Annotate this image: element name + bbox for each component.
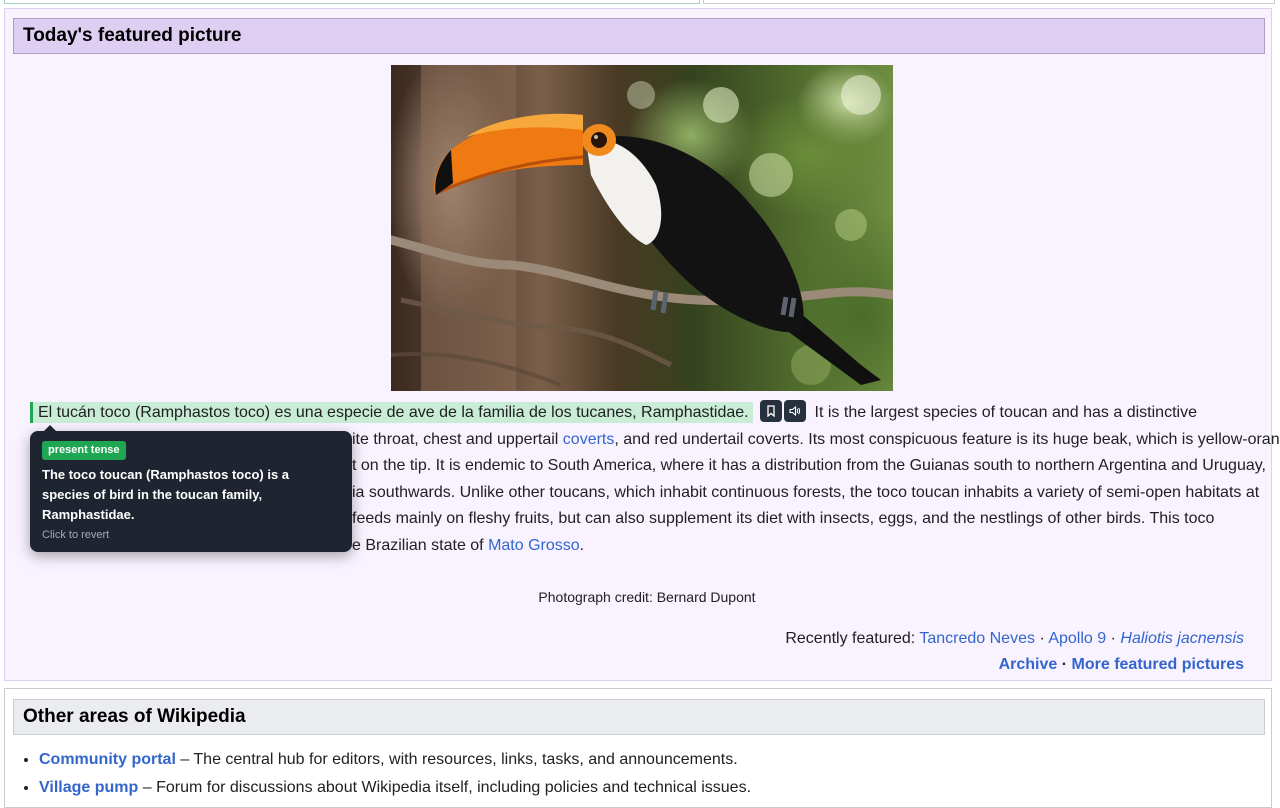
bookmark-button[interactable] [760,400,783,422]
village-pump-link[interactable]: Village pump [39,779,138,796]
toucan-photo[interactable] [391,65,893,391]
description-line: ite throat, chest and uppertail coverts,… [352,427,1280,454]
list-item-description: – The central hub for editors, with reso… [175,751,738,768]
other-areas-header: Other areas of Wikipedia [13,699,1265,735]
mato-grosso-link[interactable]: Mato Grosso [488,537,580,554]
translated-sentence-highlight[interactable]: El tucán toco (Ramphastos toco) es una e… [30,402,753,423]
bookmark-icon [767,405,775,417]
other-areas-section: Other areas of Wikipedia Community porta… [4,688,1272,808]
listen-button[interactable] [784,400,807,422]
previous-section-edge-right [703,0,1275,4]
recently-featured-label: Recently featured: [785,630,916,647]
featured-picture-section: Today's featured picture Photograph cred… [4,8,1272,681]
description-line: t on the tip. It is endemic to South Ame… [352,453,1266,480]
description-text: feeds mainly on fleshy fruits, but can a… [352,510,1215,527]
recent-link-apollo-9[interactable]: Apollo 9 [1048,630,1106,647]
description-text: . [579,536,585,554]
description-line: El tucán toco (Ramphastos toco) es una e… [30,400,1197,427]
separator-dot: · [1061,656,1068,673]
recent-link-tancredo-neves[interactable]: Tancredo Neves [919,630,1035,647]
list-item: Community portal – The central hub for e… [39,746,751,774]
recently-featured: Recently featured: Tancredo Neves · Apol… [785,630,1244,648]
other-areas-list: Community portal – The central hub for e… [5,746,751,802]
recent-link-haliotis-jacnensis[interactable]: Haliotis jacnensis [1120,630,1244,647]
tense-badge: present tense [42,441,126,460]
community-portal-link[interactable]: Community portal [39,751,176,768]
description-text: ite throat, chest and uppertail [352,430,563,448]
translation-tooltip[interactable]: present tense The toco toucan (Ramphasto… [30,431,352,552]
toucan-illustration [391,65,893,391]
featured-picture-header: Today's featured picture [13,18,1265,54]
list-item: Village pump – Forum for discussions abo… [39,774,751,802]
featured-picture-heading: Today's featured picture [23,25,242,46]
description-text: t on the tip. It is endemic to South Ame… [352,457,1266,474]
description-text: e Brazilian state of [352,536,489,554]
description-line: e Brazilian state of Mato Grosso. [352,533,584,560]
list-item-description: – Forum for discussions about Wikipedia … [138,779,752,796]
separator-dot: · [1110,630,1116,647]
coverts-link[interactable]: coverts [563,431,615,448]
description-line: ia southwards. Unlike other toucans, whi… [352,480,1259,507]
tooltip-original-text: The toco toucan (Ramphastos toco) is a s… [42,467,290,522]
description-text: , and red undertail coverts. Its most co… [614,430,1280,448]
tooltip-revert-hint[interactable]: Click to revert [42,529,109,541]
photo-credit: Photograph credit: Bernard Dupont [538,589,756,605]
description-line: feeds mainly on fleshy fruits, but can a… [352,506,1214,533]
previous-section-edge-left [4,0,700,4]
archive-links: Archive · More featured pictures [999,656,1244,674]
other-areas-heading: Other areas of Wikipedia [23,706,246,727]
speaker-icon [789,405,801,417]
archive-link[interactable]: Archive [999,656,1058,673]
description-text: ia southwards. Unlike other toucans, whi… [352,483,1260,501]
more-featured-pictures-link[interactable]: More featured pictures [1072,656,1244,673]
description-text: It is the largest species of toucan and … [814,404,1197,421]
separator-dot: · [1039,630,1045,647]
